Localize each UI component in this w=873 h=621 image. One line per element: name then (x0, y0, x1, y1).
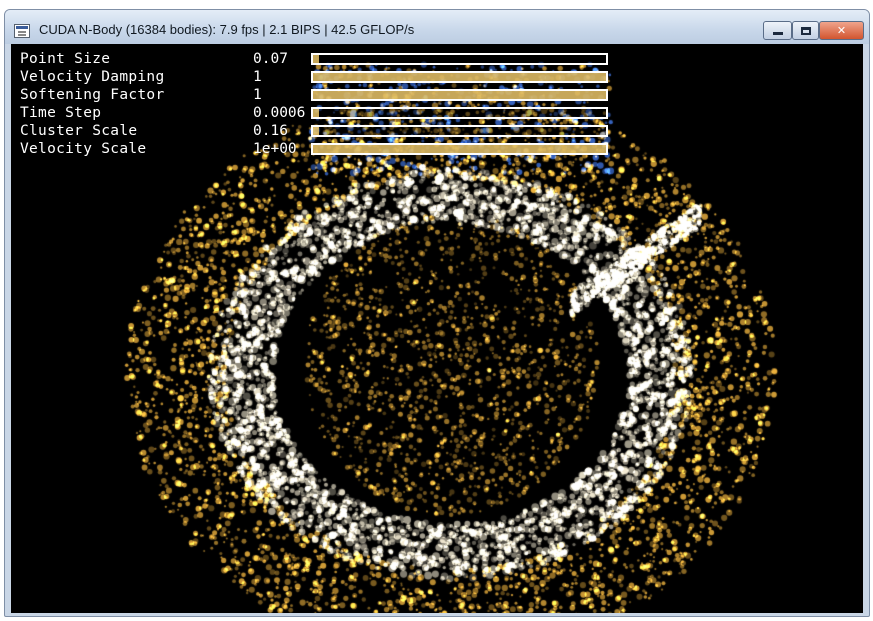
param-value: 0.16 (253, 123, 288, 139)
slider-fill (313, 91, 606, 99)
param-label: Velocity Scale (20, 141, 147, 157)
slider-fill (313, 145, 606, 153)
param-value: 1 (253, 87, 262, 103)
close-icon: ✕ (836, 24, 847, 37)
param-slider[interactable] (311, 89, 608, 101)
param-label: Cluster Scale (20, 123, 138, 139)
param-value: 0.07 (253, 51, 288, 67)
nbody-window: CUDA N-Body (16384 bodies): 7.9 fps | 2.… (4, 9, 870, 617)
slider-fill (313, 55, 319, 63)
param-slider[interactable] (311, 71, 608, 83)
slider-fill (313, 127, 319, 135)
simulation-viewport[interactable]: Point Size 0.07 Velocity Damping 1 Softe… (11, 44, 863, 613)
close-button[interactable]: ✕ (819, 21, 864, 40)
param-label: Point Size (20, 51, 111, 67)
slider-fill (313, 109, 319, 117)
param-value: 1e+00 (253, 141, 297, 157)
param-label: Velocity Damping (20, 69, 165, 85)
param-slider[interactable] (311, 107, 608, 119)
param-slider[interactable] (311, 53, 608, 65)
param-label: Time Step (20, 105, 102, 121)
maximize-button[interactable] (792, 21, 819, 40)
param-label: Softening Factor (20, 87, 165, 103)
window-title: CUDA N-Body (16384 bodies): 7.9 fps | 2.… (39, 22, 415, 37)
param-slider[interactable] (311, 143, 608, 155)
param-value: 0.0006 (253, 105, 306, 121)
slider-fill (313, 73, 606, 81)
minimize-icon (772, 32, 783, 35)
maximize-icon (800, 26, 811, 35)
param-slider[interactable] (311, 125, 608, 137)
title-bar[interactable]: CUDA N-Body (16384 bodies): 7.9 fps | 2.… (5, 10, 869, 44)
app-icon[interactable] (14, 24, 30, 38)
minimize-button[interactable] (763, 21, 792, 40)
param-value: 1 (253, 69, 262, 85)
